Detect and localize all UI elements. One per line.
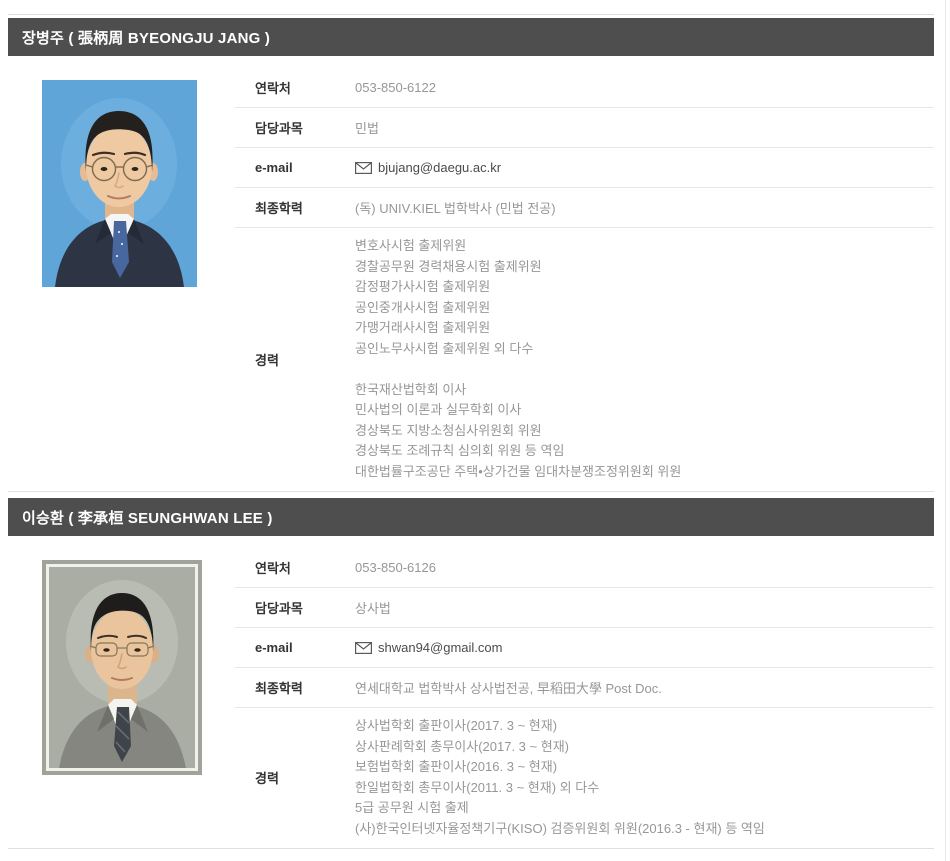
contact-row: 연락처 053-850-6122	[235, 68, 934, 108]
envelope-icon	[355, 162, 372, 174]
envelope-icon	[355, 642, 372, 654]
profile-photo	[42, 80, 197, 287]
subject-label: 담당과목	[235, 598, 355, 617]
email-label: e-mail	[235, 640, 355, 655]
subject-value: 상사법	[355, 598, 391, 617]
info-table: 연락처 053-850-6126 담당과목 상사법 e-mail	[235, 548, 934, 848]
professor-name: 이승환 ( 李承桓 SEUNGHWAN LEE )	[22, 507, 273, 528]
top-divider	[8, 0, 934, 15]
professor-profile-lee: 이승환 ( 李承桓 SEUNGHWAN LEE )	[8, 498, 934, 849]
subject-value: 민법	[355, 118, 379, 137]
email-text: bjujang@daegu.ac.kr	[378, 160, 501, 175]
profile-body: 연락처 053-850-6122 담당과목 민법 e-mail	[8, 68, 934, 492]
page-right-border	[945, 0, 946, 861]
email-link[interactable]: bjujang@daegu.ac.kr	[355, 160, 501, 175]
profile-photo	[42, 560, 202, 775]
contact-row: 연락처 053-850-6126	[235, 548, 934, 588]
photo-column	[8, 548, 235, 795]
email-link[interactable]: shwan94@gmail.com	[355, 640, 502, 655]
email-text: shwan94@gmail.com	[378, 640, 502, 655]
career-row: 경력 변호사시험 출제위원 경찰공무원 경력채용시험 출제위원 감정평가사시험 …	[235, 228, 934, 491]
photo-column	[8, 68, 235, 307]
education-label: 최종학력	[235, 198, 355, 217]
email-row: e-mail bjujang@daegu.ac.kr	[235, 148, 934, 188]
education-row: 최종학력 (독) UNIV.KIEL 법학박사 (민법 전공)	[235, 188, 934, 228]
contact-value: 053-850-6126	[355, 560, 436, 575]
contact-label: 연락처	[235, 558, 355, 577]
page-content: 장병주 ( 張柄周 BYEONGJU JANG )	[8, 0, 934, 849]
subject-row: 담당과목 민법	[235, 108, 934, 148]
professor-profile-jang: 장병주 ( 張柄周 BYEONGJU JANG )	[8, 18, 934, 492]
email-row: e-mail shwan94@gmail.com	[235, 628, 934, 668]
contact-label: 연락처	[235, 78, 355, 97]
info-table: 연락처 053-850-6122 담당과목 민법 e-mail	[235, 68, 934, 491]
education-row: 최종학력 연세대학교 법학박사 상사법전공, 早稻田大學 Post Doc.	[235, 668, 934, 708]
career-label: 경력	[235, 768, 355, 787]
profile-header-bar: 이승환 ( 李承桓 SEUNGHWAN LEE )	[8, 498, 934, 536]
profile-header-bar: 장병주 ( 張柄周 BYEONGJU JANG )	[8, 18, 934, 56]
subject-row: 담당과목 상사법	[235, 588, 934, 628]
email-label: e-mail	[235, 160, 355, 175]
career-label: 경력	[235, 350, 355, 369]
faculty-profile-page: 장병주 ( 張柄周 BYEONGJU JANG )	[0, 0, 950, 861]
professor-name: 장병주 ( 張柄周 BYEONGJU JANG )	[22, 27, 270, 48]
career-list: 변호사시험 출제위원 경찰공무원 경력채용시험 출제위원 감정평가사시험 출제위…	[355, 236, 681, 482]
education-label: 최종학력	[235, 678, 355, 697]
contact-value: 053-850-6122	[355, 80, 436, 95]
career-row: 경력 상사법학회 출판이사(2017. 3 ~ 현재) 상사판례학회 총무이사(…	[235, 708, 934, 848]
career-list: 상사법학회 출판이사(2017. 3 ~ 현재) 상사판례학회 총무이사(201…	[355, 716, 765, 839]
education-value: 연세대학교 법학박사 상사법전공, 早稻田大學 Post Doc.	[355, 678, 662, 697]
education-value: (독) UNIV.KIEL 법학박사 (민법 전공)	[355, 198, 556, 217]
profile-body: 연락처 053-850-6126 담당과목 상사법 e-mail	[8, 548, 934, 849]
subject-label: 담당과목	[235, 118, 355, 137]
